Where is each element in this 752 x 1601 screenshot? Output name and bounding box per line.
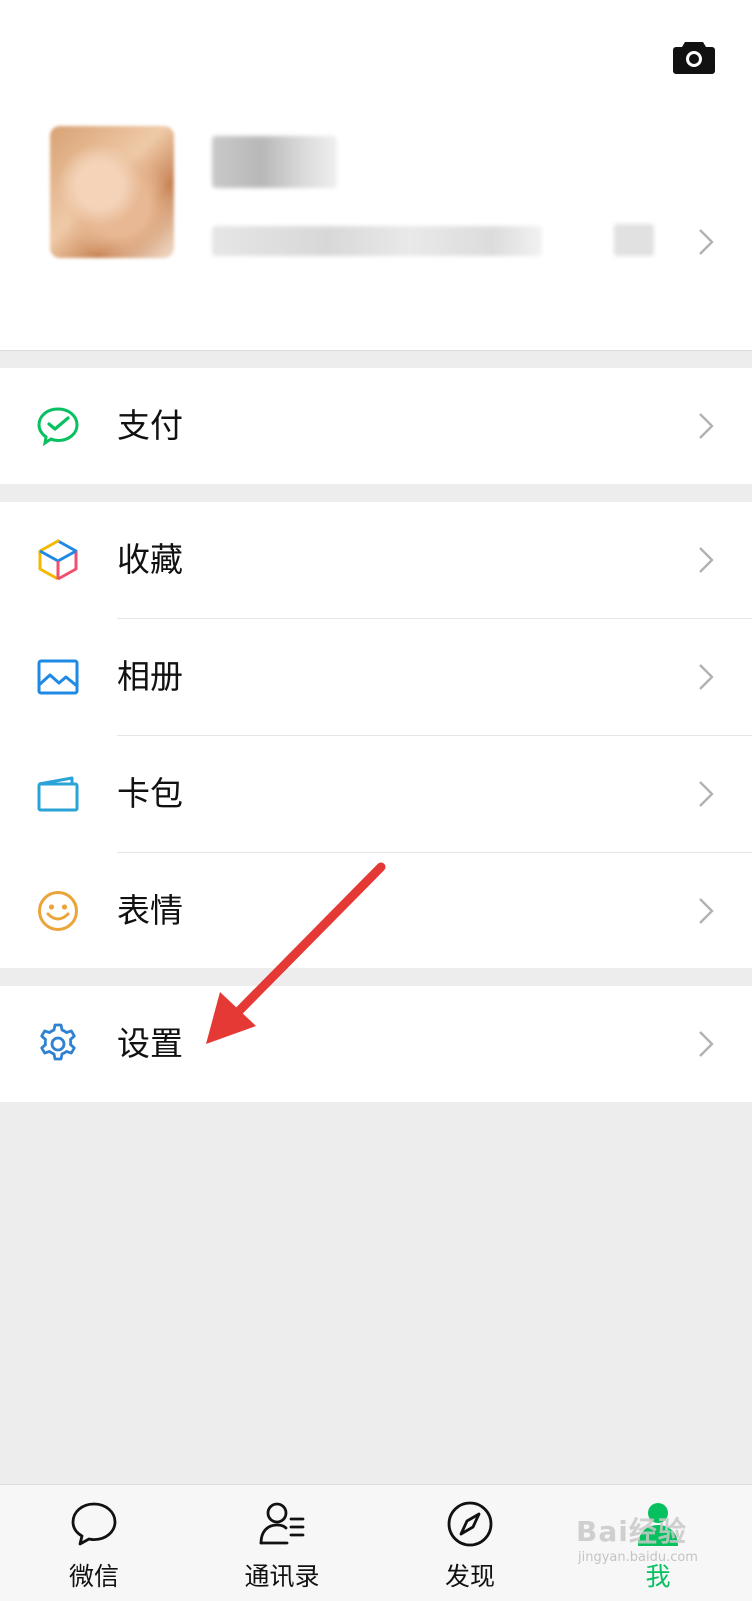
watermark-site: jingyan.baidu.com [578, 1550, 698, 1565]
chat-bubble-icon [69, 1499, 119, 1549]
tab-label: 微信 [68, 1562, 119, 1591]
tab-label: 通讯录 [244, 1562, 320, 1591]
tab-label: 发现 [444, 1562, 495, 1591]
compass-icon [445, 1499, 495, 1549]
tab-contacts[interactable]: 通讯录 [188, 1485, 376, 1601]
tab-chats[interactable]: 微信 [0, 1485, 188, 1601]
contacts-icon [257, 1499, 307, 1549]
baidu-jingyan-watermark: Bai经验 [576, 1515, 687, 1548]
tab-discover[interactable]: 发现 [376, 1485, 564, 1601]
annotation-arrow [206, 862, 386, 1044]
